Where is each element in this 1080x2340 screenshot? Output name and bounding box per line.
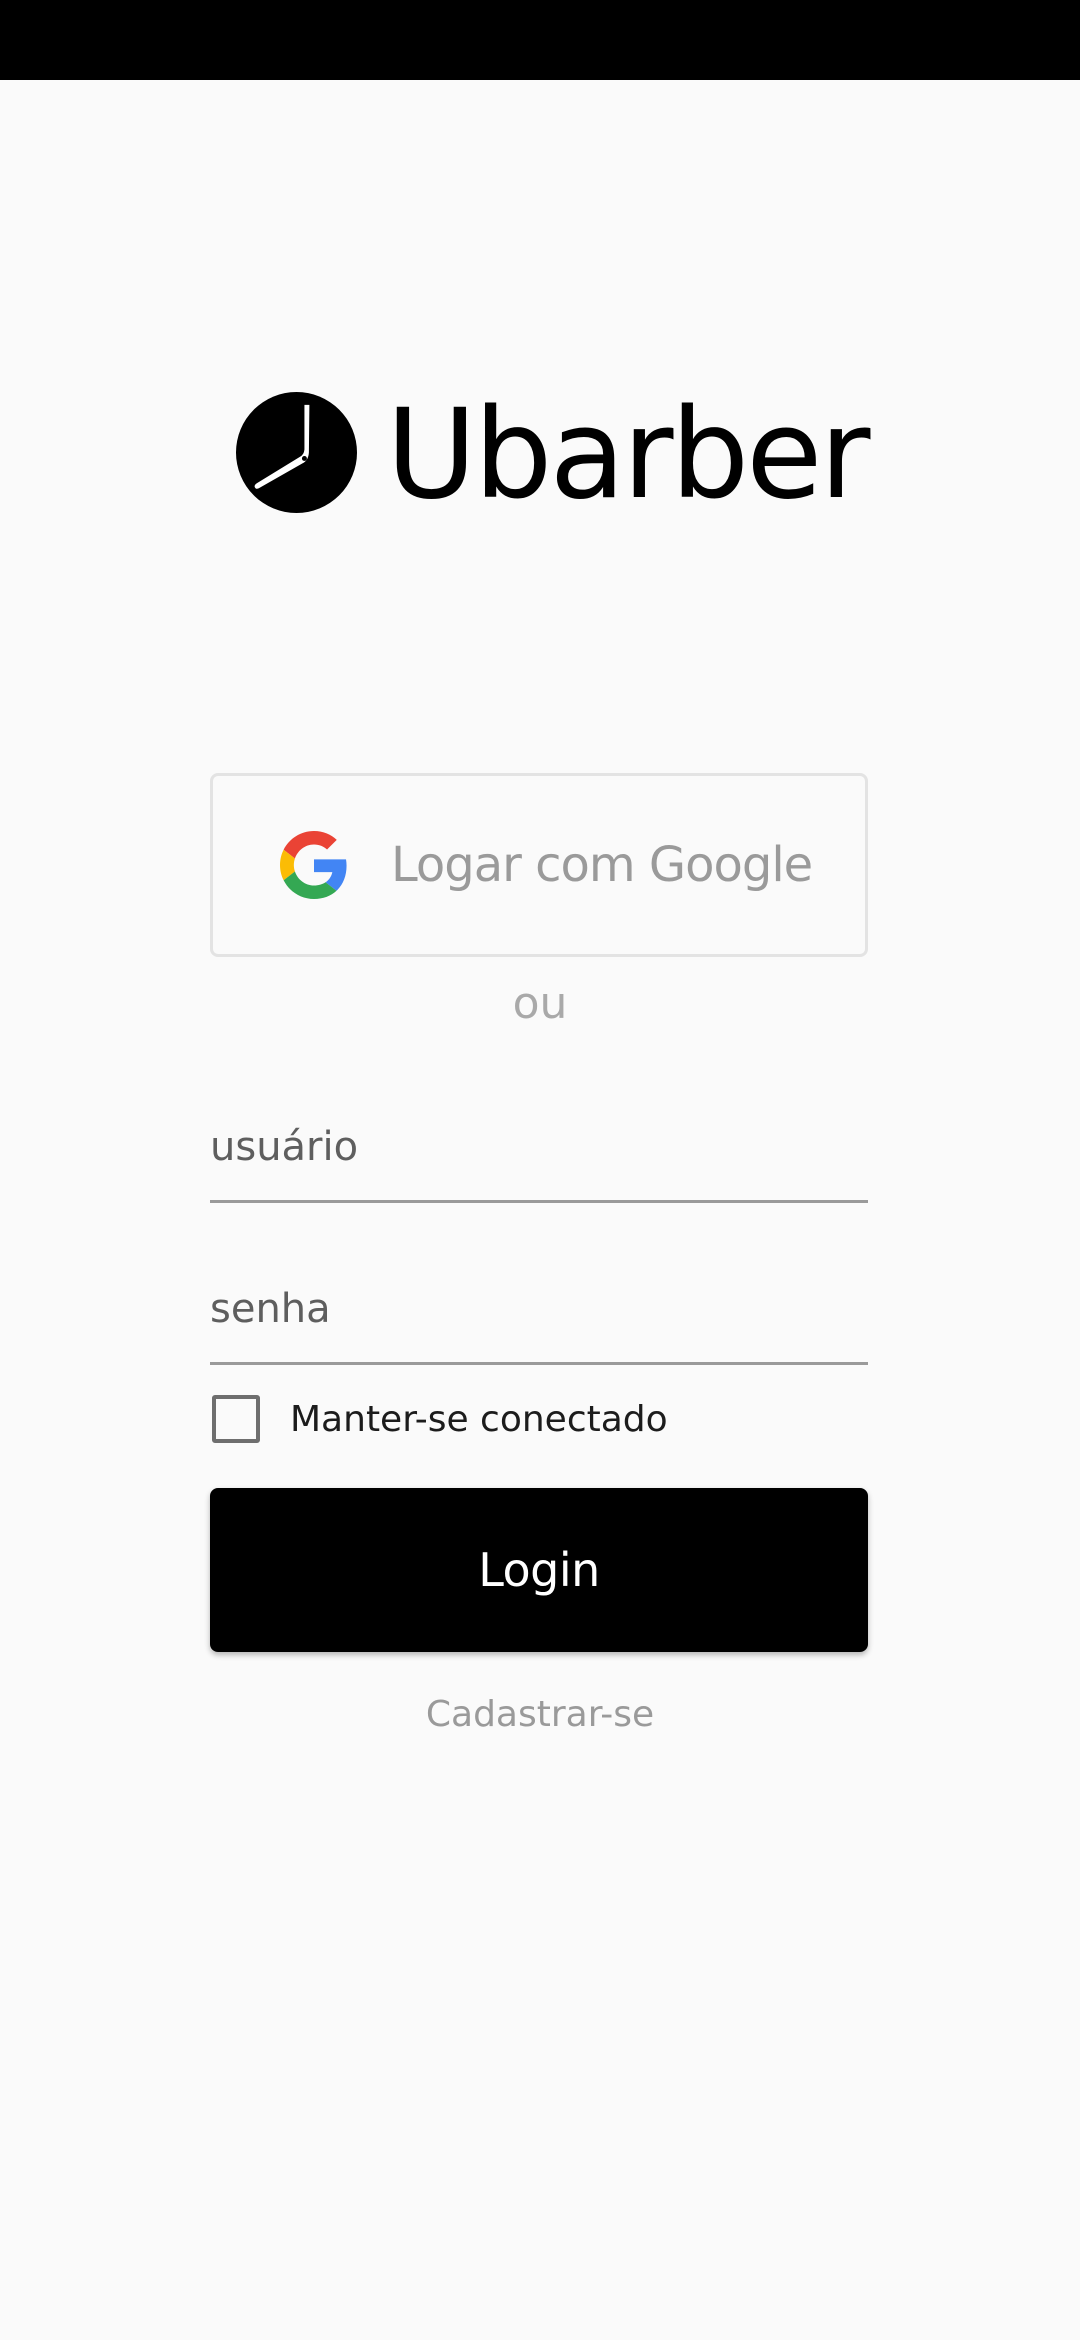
remember-me-label: Manter-se conectado xyxy=(290,1398,668,1440)
google-login-button[interactable]: Logar com Google xyxy=(210,773,868,957)
username-field-wrapper xyxy=(210,1090,868,1203)
status-bar xyxy=(0,0,1080,80)
google-g-icon xyxy=(280,831,347,899)
signup-link[interactable]: Cadastrar-se xyxy=(0,1694,1080,1735)
login-button[interactable]: Login xyxy=(210,1488,868,1652)
password-input[interactable] xyxy=(210,1252,868,1365)
remember-me-checkbox[interactable] xyxy=(212,1395,260,1443)
brand-name: Ubarber xyxy=(386,382,870,527)
app-logo: Ubarber xyxy=(235,382,870,527)
password-field-wrapper xyxy=(210,1252,868,1365)
clock-razor-icon xyxy=(235,391,358,514)
username-input[interactable] xyxy=(210,1090,868,1203)
remember-me-row[interactable]: Manter-se conectado xyxy=(212,1393,668,1445)
or-divider: ou xyxy=(512,978,568,1029)
google-login-label: Logar com Google xyxy=(391,837,813,893)
